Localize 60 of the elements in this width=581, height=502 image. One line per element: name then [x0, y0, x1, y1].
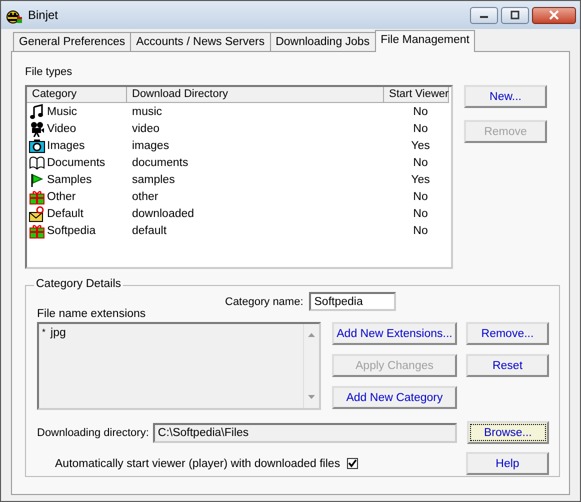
directory-cell-text: images	[131, 140, 170, 152]
envelope-icon	[29, 206, 45, 222]
directory-cell-text: default	[131, 224, 168, 236]
help-button[interactable]: Help	[466, 452, 549, 475]
action-button[interactable]: Add New Extensions...	[332, 322, 457, 345]
directory-cell-text: downloaded	[131, 208, 196, 220]
book-icon	[29, 154, 45, 170]
category-name[interactable]: Images	[47, 140, 85, 152]
auto-start-label: Automatically start viewer (player) with downloaded files	[55, 458, 340, 470]
movie-camera-icon	[29, 120, 45, 136]
maximize-button[interactable]	[501, 6, 529, 24]
start-viewer-cell-text: No	[412, 190, 429, 202]
category-name[interactable]: Video	[47, 122, 76, 134]
start-viewer-cell-text: No	[412, 208, 429, 220]
category-name[interactable]: Samples	[47, 174, 92, 186]
new-button[interactable]: New...	[464, 85, 547, 108]
extension-marker: *	[42, 327, 46, 339]
gift-icon	[29, 222, 45, 238]
extension-item[interactable]: jpg	[50, 327, 66, 339]
close-icon	[548, 10, 560, 20]
window-title: Binjet	[28, 8, 60, 22]
tab[interactable]: File Management	[374, 30, 476, 52]
close-button[interactable]	[532, 6, 576, 24]
start-viewer-cell-text: No	[412, 122, 429, 134]
start-viewer-cell-text: Yes	[410, 140, 431, 152]
directory-label: Downloading directory:	[37, 426, 149, 438]
category-name-label: Category name:	[225, 296, 304, 308]
gift-icon	[29, 188, 45, 204]
category-name-field[interactable]: Softpedia	[309, 292, 396, 311]
column-header[interactable]: Category	[27, 87, 127, 103]
group-title: Category Details	[34, 278, 124, 290]
file-types-label: File types	[25, 66, 74, 80]
start-viewer-cell-text: No	[412, 156, 429, 168]
start-viewer-cell-text: No	[412, 224, 429, 236]
maximize-icon	[509, 10, 521, 20]
minimize-button[interactable]	[470, 6, 498, 24]
start-viewer-cell-text: No	[412, 106, 429, 118]
directory-cell-text: video	[131, 122, 160, 134]
start-viewer-cell-text: Yes	[410, 174, 431, 186]
category-name[interactable]: Softpedia	[47, 224, 96, 236]
browse-button[interactable]: Browse...	[466, 421, 549, 444]
category-name[interactable]: Documents	[47, 156, 106, 168]
extensions-label: File name extensions	[37, 308, 147, 321]
directory-cell-text: documents	[131, 156, 190, 168]
column-header[interactable]: Download Directory	[127, 87, 384, 103]
directory-field[interactable]: C:\Softpedia\Files	[152, 422, 457, 442]
action-button[interactable]: Remove...	[466, 322, 549, 345]
category-name[interactable]: Music	[47, 106, 78, 118]
directory-cell-text: music	[131, 106, 164, 118]
action-button[interactable]: Reset	[466, 354, 549, 377]
directory-cell-text: samples	[131, 174, 176, 186]
tab[interactable]: General Preferences	[13, 32, 132, 51]
column-header[interactable]: Start Viewer	[384, 87, 449, 103]
action-button[interactable]: Add New Category	[332, 386, 457, 409]
music-note-icon	[29, 104, 45, 120]
category-name[interactable]: Default	[47, 208, 84, 220]
auto-start-checkbox[interactable]	[347, 458, 358, 469]
camera-icon	[29, 138, 45, 154]
category-name[interactable]: Other	[47, 190, 76, 202]
directory-cell-text: other	[131, 190, 160, 202]
